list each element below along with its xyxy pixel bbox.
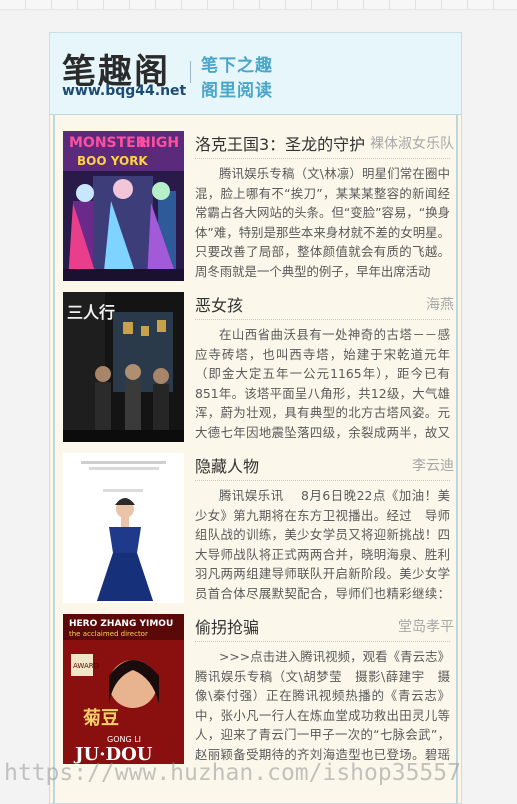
mobile-page: 笔趣阁 www.bqg44.net 笔下之趣 阁里阅读 MONSTER HIGH… [49, 32, 462, 804]
book-item[interactable]: 三人行 恶女孩 海燕 在山西省曲沃县有一处神奇的古塔－－感应寺砖塔，也叫西寺塔，… [55, 284, 456, 444]
book-item[interactable]: HERO ZHANG YIMOU the acclaimed director … [55, 606, 456, 766]
divider [195, 158, 450, 159]
divider [195, 480, 450, 481]
book-title[interactable]: 偷拐抢骗 [195, 614, 259, 638]
svg-text:HIGH: HIGH [139, 135, 179, 151]
svg-text:三人行: 三人行 [67, 303, 115, 322]
book-description: 在山西省曲沃县有一处神奇的古塔－－感应寺砖塔，也叫西寺塔，始建于宋乾道元年（即金… [195, 327, 450, 440]
book-title[interactable]: 隐藏人物 [195, 453, 259, 477]
site-header: 笔趣阁 www.bqg44.net 笔下之趣 阁里阅读 [50, 33, 461, 115]
book-author[interactable]: 海燕 [426, 294, 454, 314]
book-list: MONSTER HIGH BOO YORK 洛克王国3：圣龙的守护 裸体淑女乐队 [53, 115, 458, 803]
watermark-text: https://www.huzhan.com/ishop35557 [4, 760, 461, 786]
site-logo-url[interactable]: www.bqg44.net [62, 83, 186, 99]
book-cover[interactable]: HERO ZHANG YIMOU the acclaimed director … [63, 614, 184, 764]
book-item[interactable]: 隐藏人物 李云迪 腾讯娱乐讯 8月6日晚22点《加油！美少女》第九期将在东方卫视… [55, 445, 456, 605]
book-cover[interactable]: 三人行 [63, 292, 184, 442]
svg-text:菊豆: 菊豆 [83, 707, 119, 729]
svg-text:the acclaimed director: the acclaimed director [69, 630, 148, 638]
book-title[interactable]: 洛克王国3：圣龙的守护 [195, 131, 365, 155]
book-title[interactable]: 恶女孩 [195, 292, 243, 316]
svg-text:BOO YORK: BOO YORK [77, 154, 148, 168]
book-cover[interactable]: MONSTER HIGH BOO YORK [63, 131, 184, 281]
svg-text:AWARD: AWARD [73, 662, 99, 670]
slogan-line-2: 阁里阅读 [201, 81, 273, 101]
book-description: 腾讯娱乐讯 8月6日晚22点《加油！美少女》第九期将在东方卫视播出。经过 导师组… [195, 488, 450, 601]
browser-top-strip [0, 0, 517, 10]
book-description: >>>点击进入腾讯视频，观看《青云志》腾讯娱乐专稿（文\胡梦莹 摄影\薛建宇 摄… [195, 649, 450, 762]
book-description: 腾讯娱乐专稿（文\林凛）明星们常在圈中混，脸上哪有不“挨刀”，某某某整容的新闻经… [195, 166, 450, 279]
book-author[interactable]: 裸体淑女乐队 [370, 133, 454, 153]
svg-text:GONG LI: GONG LI [107, 735, 141, 744]
book-author[interactable]: 李云迪 [412, 455, 454, 475]
book-cover[interactable] [63, 453, 184, 603]
slogan-line-1: 笔下之趣 [201, 56, 273, 76]
divider [195, 319, 450, 320]
logo-divider [190, 61, 191, 83]
book-author[interactable]: 堂岛孝平 [398, 616, 454, 636]
svg-text:HERO ZHANG YIMOU: HERO ZHANG YIMOU [69, 619, 173, 629]
book-item[interactable]: MONSTER HIGH BOO YORK 洛克王国3：圣龙的守护 裸体淑女乐队 [55, 123, 456, 283]
divider [195, 641, 450, 642]
svg-text:MONSTER: MONSTER [69, 135, 147, 151]
